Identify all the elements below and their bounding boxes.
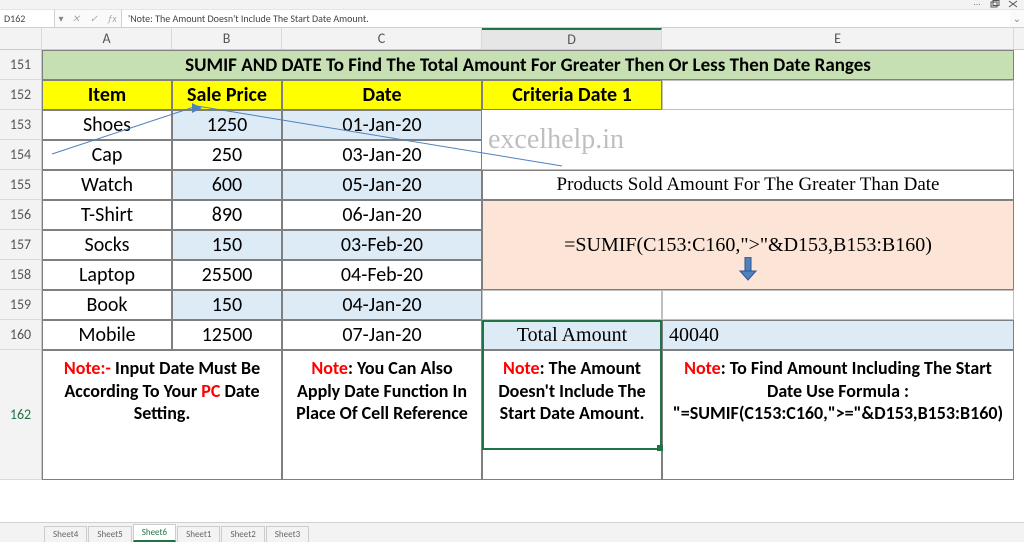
row-header[interactable]: 151 [0, 50, 42, 80]
cell-date[interactable]: 04-Feb-20 [282, 260, 482, 290]
formula-text: =SUMIF(C153:C160,">"&D153,B153:B160) [564, 234, 932, 257]
formula-display-box[interactable]: =SUMIF(C153:C160,">"&D153,B153:B160) [482, 200, 1014, 290]
column-headers: A B C D E [0, 28, 1024, 50]
row-header[interactable]: 158 [0, 260, 42, 290]
row-header[interactable]: 154 [0, 140, 42, 170]
cell-price[interactable]: 890 [172, 200, 282, 230]
name-box[interactable]: D162 [0, 10, 55, 27]
select-all-corner[interactable] [0, 28, 42, 49]
column-header-D[interactable]: D [482, 28, 662, 49]
header-sale-price[interactable]: Sale Price [172, 80, 282, 110]
row-header[interactable]: 152 [0, 80, 42, 110]
column-header-B[interactable]: B [172, 28, 282, 49]
cell-item[interactable]: Laptop [42, 260, 172, 290]
formula-bar-text: 'Note: The Amount Doesn't Include The St… [128, 12, 369, 25]
cell-price[interactable]: 150 [172, 290, 282, 320]
cell-price[interactable]: 25500 [172, 260, 282, 290]
row-header[interactable]: 160 [0, 320, 42, 350]
enter-formula-icon[interactable]: ✓ [85, 10, 103, 27]
cell-date[interactable]: 06-Jan-20 [282, 200, 482, 230]
cell-price[interactable]: 12500 [172, 320, 282, 350]
header-criteria-date[interactable]: Criteria Date 1 [482, 80, 662, 110]
formula-bar-input[interactable]: 'Note: The Amount Doesn't Include The St… [121, 10, 1010, 27]
cell-item[interactable]: Shoes [42, 110, 172, 140]
column-header-C[interactable]: C [282, 28, 482, 49]
column-header-A[interactable]: A [42, 28, 172, 49]
row-header[interactable]: 156 [0, 200, 42, 230]
sheet-tab[interactable]: Sheet4 [44, 526, 87, 542]
total-label-cell[interactable]: Total Amount [482, 320, 662, 350]
sheet-tab[interactable]: Sheet5 [88, 526, 131, 542]
cell-item[interactable]: Mobile [42, 320, 172, 350]
formula-bar-expand-icon[interactable]: ⌄ [1010, 12, 1024, 25]
header-date[interactable]: Date [282, 80, 482, 110]
cell-date[interactable]: 03-Jan-20 [282, 140, 482, 170]
cell-item[interactable]: Socks [42, 230, 172, 260]
note-input-date[interactable]: Note:- Input Date Must Be According To Y… [42, 350, 282, 480]
dots-icon[interactable]: ⋯ [970, 0, 984, 9]
note-exclude-start[interactable]: Note: The Amount Doesn't Include The Sta… [482, 350, 662, 480]
cell-date[interactable]: 04-Jan-20 [282, 290, 482, 320]
column-header-E[interactable]: E [662, 28, 1014, 49]
cell-date[interactable]: 03-Feb-20 [282, 230, 482, 260]
cell-item[interactable]: Watch [42, 170, 172, 200]
sheet-tab-active[interactable]: Sheet6 [133, 524, 176, 542]
window-controls: ⋯ [970, 0, 1020, 9]
header-item[interactable]: Item [42, 80, 172, 110]
cell-date[interactable]: 07-Jan-20 [282, 320, 482, 350]
cell[interactable] [662, 80, 1014, 110]
arrow-down-icon [738, 257, 758, 287]
cell-item[interactable]: Book [42, 290, 172, 320]
title-cell[interactable]: SUMIF AND DATE To Find The Total Amount … [42, 50, 1014, 80]
row-header[interactable]: 155 [0, 170, 42, 200]
restore-icon[interactable] [988, 0, 1002, 9]
cell-price[interactable]: 600 [172, 170, 282, 200]
row-header[interactable]: 153 [0, 110, 42, 140]
row-header[interactable]: 157 [0, 230, 42, 260]
sheet-tab[interactable]: Sheet1 [177, 526, 220, 542]
subtitle-cell[interactable]: Products Sold Amount For The Greater Tha… [482, 170, 1014, 200]
note-date-function[interactable]: Note: You Can Also Apply Date Function I… [282, 350, 482, 480]
note-include-start[interactable]: Note: To Find Amount Including The Start… [662, 350, 1014, 480]
formula-bar-row: D162 ▾ ✕ ✓ ƒx 'Note: The Amount Doesn't … [0, 10, 1024, 28]
cell-item[interactable]: Cap [42, 140, 172, 170]
worksheet-grid[interactable]: A B C D E 151 152 153 154 155 156 157 15… [0, 28, 1024, 480]
cell-price[interactable]: 1250 [172, 110, 282, 140]
row-headers: 151 152 153 154 155 156 157 158 159 160 … [0, 50, 42, 480]
cell-date[interactable]: 05-Jan-20 [282, 170, 482, 200]
note-prefix: Note:- [64, 357, 115, 379]
sheet-tab[interactable]: Sheet2 [221, 526, 264, 542]
fx-icon[interactable]: ƒx [103, 10, 121, 27]
name-box-value: D162 [4, 12, 25, 25]
cells-area[interactable]: SUMIF AND DATE To Find The Total Amount … [42, 50, 1024, 480]
app-titlebar: ⋯ [0, 0, 1024, 10]
cancel-formula-icon[interactable]: ✕ [67, 10, 85, 27]
close-icon[interactable] [1006, 0, 1020, 9]
cell-date[interactable]: 01-Jan-20 [282, 110, 482, 140]
sheet-tab-strip: Sheet4 Sheet5 Sheet6 Sheet1 Sheet2 Sheet… [0, 522, 1024, 542]
total-value-cell[interactable]: 40040 [662, 320, 1014, 350]
sheet-tab[interactable]: Sheet3 [266, 526, 309, 542]
cell-item[interactable]: T-Shirt [42, 200, 172, 230]
cell-price[interactable]: 150 [172, 230, 282, 260]
name-box-dropdown-icon[interactable]: ▾ [55, 12, 67, 25]
cell[interactable] [482, 290, 662, 320]
row-header[interactable]: 162 [0, 350, 42, 480]
cell[interactable] [662, 290, 1014, 320]
watermark-text: excelhelp.in [482, 110, 1014, 170]
cell-price[interactable]: 250 [172, 140, 282, 170]
row-header[interactable]: 159 [0, 290, 42, 320]
